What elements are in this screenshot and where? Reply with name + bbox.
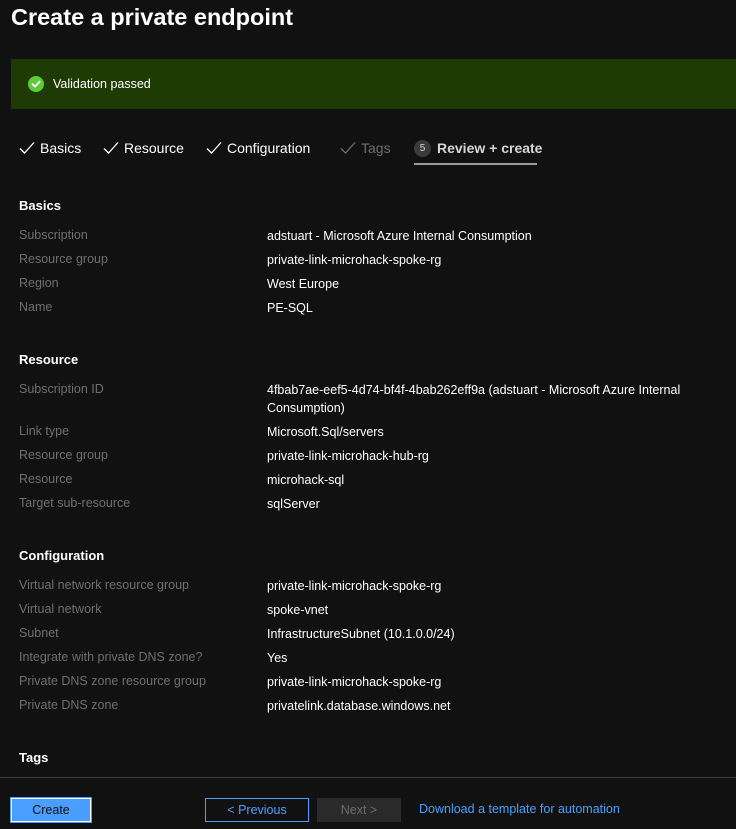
checkmark-icon <box>19 142 35 154</box>
row-value: InfrastructureSubnet (10.1.0.0/24) <box>267 627 455 641</box>
checkmark-icon <box>340 142 356 154</box>
page-title: Create a private endpoint <box>11 4 294 30</box>
row-label: Integrate with private DNS zone? <box>19 650 203 664</box>
tab-tags[interactable]: Tags <box>339 136 391 160</box>
tab-basics-label: Basics <box>40 140 82 156</box>
tab-configuration[interactable]: Configuration <box>205 136 310 160</box>
row-value: microhack-sql <box>267 473 345 487</box>
row-value: private-link-microhack-hub-rg <box>267 449 429 463</box>
row-label: Resource group <box>19 448 108 462</box>
checkmark-circle-icon <box>28 76 44 92</box>
row-value: PE-SQL <box>267 301 313 315</box>
section-title-tags: Tags <box>19 750 49 765</box>
row-label: Virtual network <box>19 602 102 616</box>
tab-resource[interactable]: Resource <box>102 136 184 160</box>
section-title-basics: Basics <box>19 198 61 213</box>
row-value: private-link-microhack-spoke-rg <box>267 579 442 593</box>
tab-review-create-label: Review + create <box>437 140 543 156</box>
row-label: Virtual network resource group <box>19 578 189 592</box>
footer-divider <box>0 777 736 778</box>
validation-banner: Validation passed <box>11 59 736 109</box>
checkmark-icon <box>103 142 119 154</box>
active-tab-indicator <box>414 163 537 165</box>
row-label: Target sub-resource <box>19 496 131 510</box>
tab-review-create[interactable]: 5 Review + create <box>414 136 542 160</box>
row-value: sqlServer <box>267 497 320 511</box>
tab-basics[interactable]: Basics <box>18 136 81 160</box>
row-label: Resource group <box>19 252 108 266</box>
row-value: private-link-microhack-spoke-rg <box>267 675 442 689</box>
step-number-badge: 5 <box>414 139 431 157</box>
row-label: Private DNS zone resource group <box>19 674 206 688</box>
previous-button[interactable]: < Previous <box>205 798 309 822</box>
tab-resource-label: Resource <box>124 140 184 156</box>
row-value: adstuart - Microsoft Azure Internal Cons… <box>267 229 532 243</box>
row-value: Microsoft.Sql/servers <box>267 425 384 439</box>
row-label: Subscription <box>19 228 88 242</box>
row-value: Yes <box>267 651 288 665</box>
create-button[interactable]: Create <box>10 797 92 823</box>
row-label: Private DNS zone <box>19 698 119 712</box>
validation-banner-text: Validation passed <box>53 77 151 91</box>
section-title-resource: Resource <box>19 352 79 367</box>
row-value: West Europe <box>267 277 340 291</box>
row-label: Resource <box>19 472 73 486</box>
tab-tags-label: Tags <box>361 140 391 156</box>
row-value: 4fbab7ae-eef5-4d74-bf4f-4bab262eff9a (ad… <box>267 383 681 415</box>
row-label: Link type <box>19 424 70 438</box>
row-value: private-link-microhack-spoke-rg <box>267 253 442 267</box>
row-label: Name <box>19 300 53 314</box>
review-create-page: Create a private endpoint Validation pas… <box>0 0 736 829</box>
tab-configuration-label: Configuration <box>227 140 311 156</box>
row-value: privatelink.database.windows.net <box>267 699 451 713</box>
row-label: Region <box>19 276 59 290</box>
row-label: Subnet <box>19 626 59 640</box>
row-label: Subscription ID <box>19 382 104 396</box>
next-button[interactable]: Next > <box>317 798 401 822</box>
row-value: spoke-vnet <box>267 603 329 617</box>
section-title-configuration: Configuration <box>19 548 105 563</box>
download-template-link[interactable]: Download a template for automation <box>419 802 620 816</box>
checkmark-icon <box>206 142 222 154</box>
